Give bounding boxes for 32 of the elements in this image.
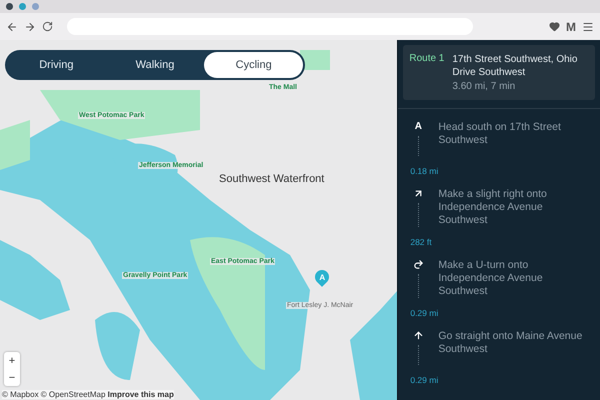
window-close-dot[interactable]	[6, 3, 13, 10]
step-instruction: Make a U-turn onto Independence Avenue Southwest	[438, 259, 544, 298]
step-distance: 0.18 mi	[410, 166, 440, 176]
step-distance: 0.29 mi	[410, 375, 440, 385]
zoom-in-button[interactable]: +	[4, 352, 20, 369]
menu-icon[interactable]	[582, 20, 594, 32]
route-card[interactable]: Route 1 17th Street Southwest, Ohio Drive Southwest 3.60 mi, 7 min	[403, 45, 595, 100]
up-arrow-icon	[412, 330, 424, 341]
u-turn-arrow-icon	[412, 259, 424, 270]
start-marker: A	[414, 121, 422, 132]
forward-icon[interactable]	[24, 20, 36, 32]
profile-letter[interactable]: M	[566, 20, 576, 34]
step-distance: 0.29 mi	[410, 308, 440, 318]
step-instruction: Go straight onto Maine Avenue Southwest	[438, 330, 584, 357]
route-title: 17th Street Southwest, Ohio Drive Southwest	[452, 53, 578, 79]
step-instruction: Head south on 17th Street Southwest	[438, 121, 562, 148]
back-icon[interactable]	[6, 20, 18, 32]
route-label: Route 1	[409, 53, 444, 66]
slight-right-arrow-icon	[412, 188, 424, 199]
reload-icon[interactable]	[42, 21, 53, 32]
window-minimize-dot[interactable]	[19, 3, 26, 10]
mode-tab[interactable]: Cycling	[204, 52, 304, 78]
map-label: Southwest Waterfront	[218, 173, 326, 185]
step-distance: 282 ft	[410, 237, 433, 247]
map-attribution: © Mapbox © OpenStreetMap Improve this map	[2, 390, 174, 399]
heart-icon[interactable]	[549, 21, 560, 32]
route-summary: 3.60 mi, 7 min	[452, 81, 516, 92]
mode-tab[interactable]: Driving	[7, 52, 106, 78]
step-instruction: Make a slight right onto Independence Avenue Southwest	[438, 188, 548, 227]
window-maximize-dot[interactable]	[32, 3, 39, 10]
zoom-out-button[interactable]: −	[4, 369, 20, 386]
mode-tab[interactable]: Walking	[106, 52, 204, 78]
